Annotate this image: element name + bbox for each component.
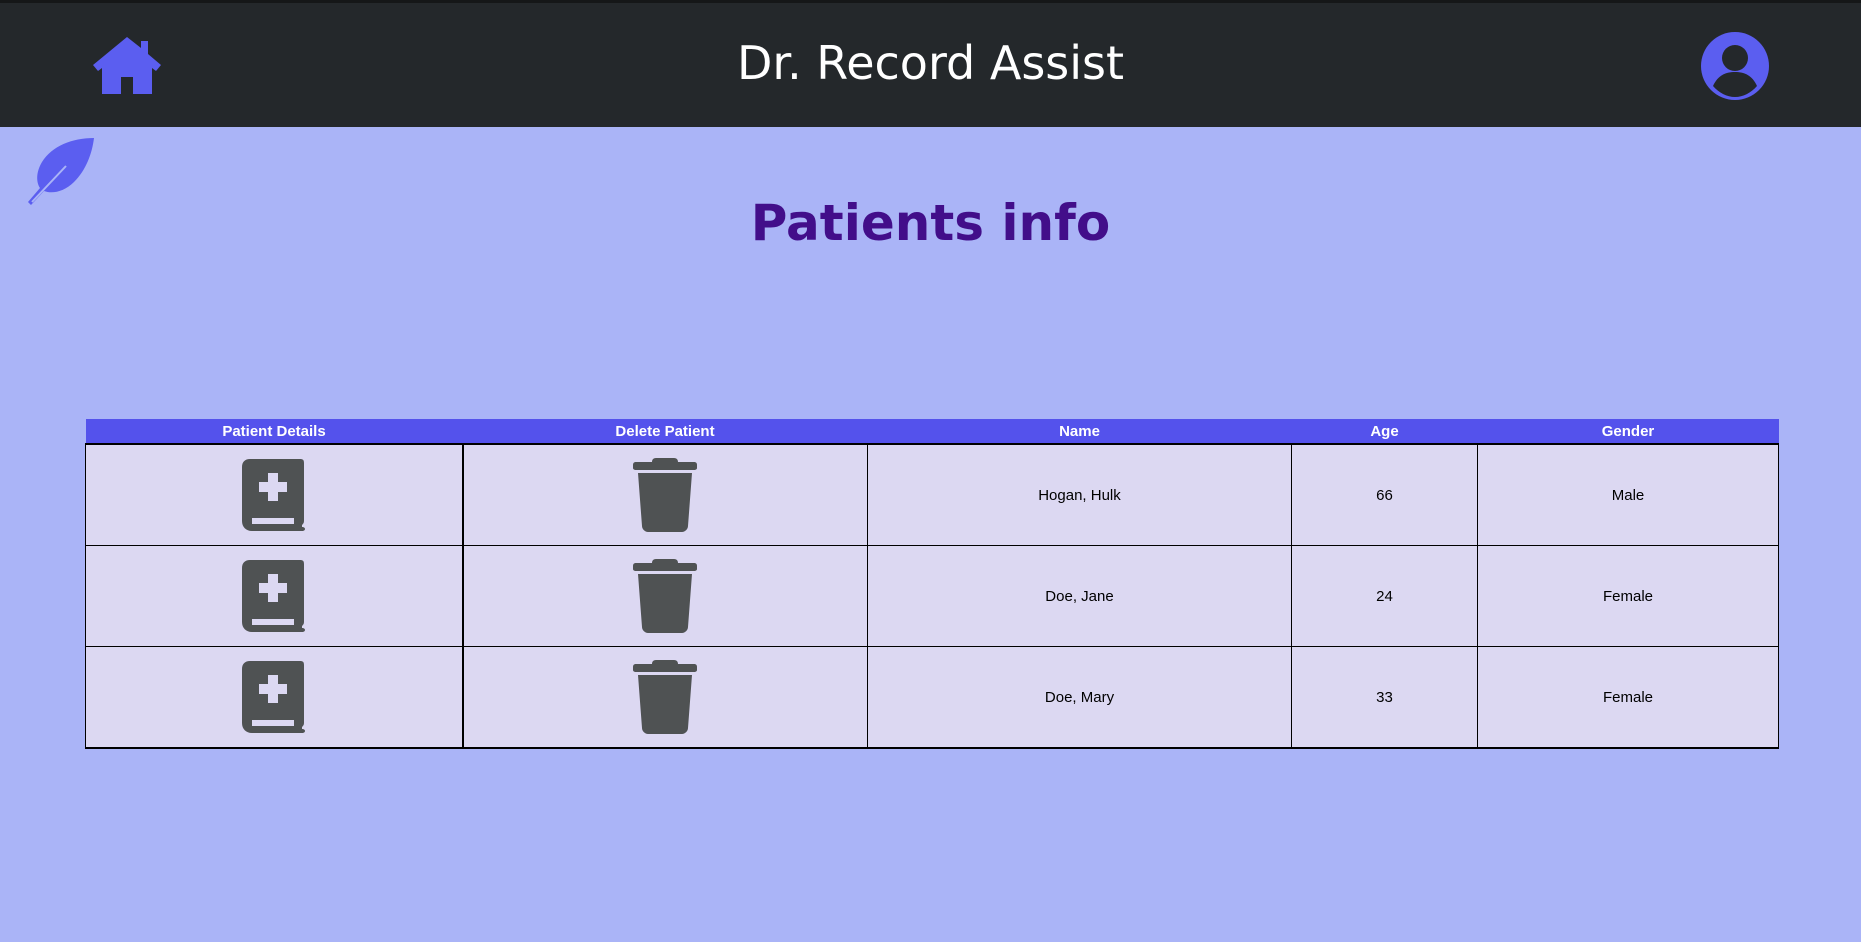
patient-details-cell [85,646,464,749]
column-header-patient-details: Patient Details [85,419,463,445]
medical-book-icon[interactable] [241,459,306,531]
trash-icon[interactable] [633,458,698,532]
patient-gender-cell: Female [1477,545,1779,647]
medical-book-icon[interactable] [241,560,306,632]
top-navbar: Dr. Record Assist [0,0,1861,127]
delete-patient-cell [462,444,868,546]
column-header-age: Age [1291,419,1478,445]
table-row: Hogan, Hulk 66 Male [85,444,1779,546]
page-title: Patients info [750,194,1111,252]
user-circle-icon[interactable] [1700,31,1770,101]
app-title: Dr. Record Assist [736,36,1125,90]
patient-gender-cell: Male [1477,444,1779,546]
delete-patient-cell [462,545,868,647]
delete-patient-cell [462,646,868,749]
trash-icon[interactable] [633,559,698,633]
trash-icon[interactable] [633,660,698,734]
column-header-delete-patient: Delete Patient [462,419,868,445]
patient-name-cell: Hogan, Hulk [867,444,1292,546]
table-row: Doe, Jane 24 Female [85,545,1779,647]
column-header-gender: Gender [1477,419,1779,445]
patient-age-cell: 66 [1291,444,1478,546]
patients-table: Patient Details Delete Patient Name Age … [85,419,1779,749]
patient-age-cell: 33 [1291,646,1478,749]
patient-age-cell: 24 [1291,545,1478,647]
table-row: Doe, Mary 33 Female [85,646,1779,749]
table-header-row: Patient Details Delete Patient Name Age … [85,419,1779,445]
medical-book-icon[interactable] [241,661,306,733]
patient-gender-cell: Female [1477,646,1779,749]
patient-name-cell: Doe, Jane [867,545,1292,647]
column-header-name: Name [867,419,1292,445]
patient-details-cell [85,545,464,647]
patient-details-cell [85,444,464,546]
patient-name-cell: Doe, Mary [867,646,1292,749]
